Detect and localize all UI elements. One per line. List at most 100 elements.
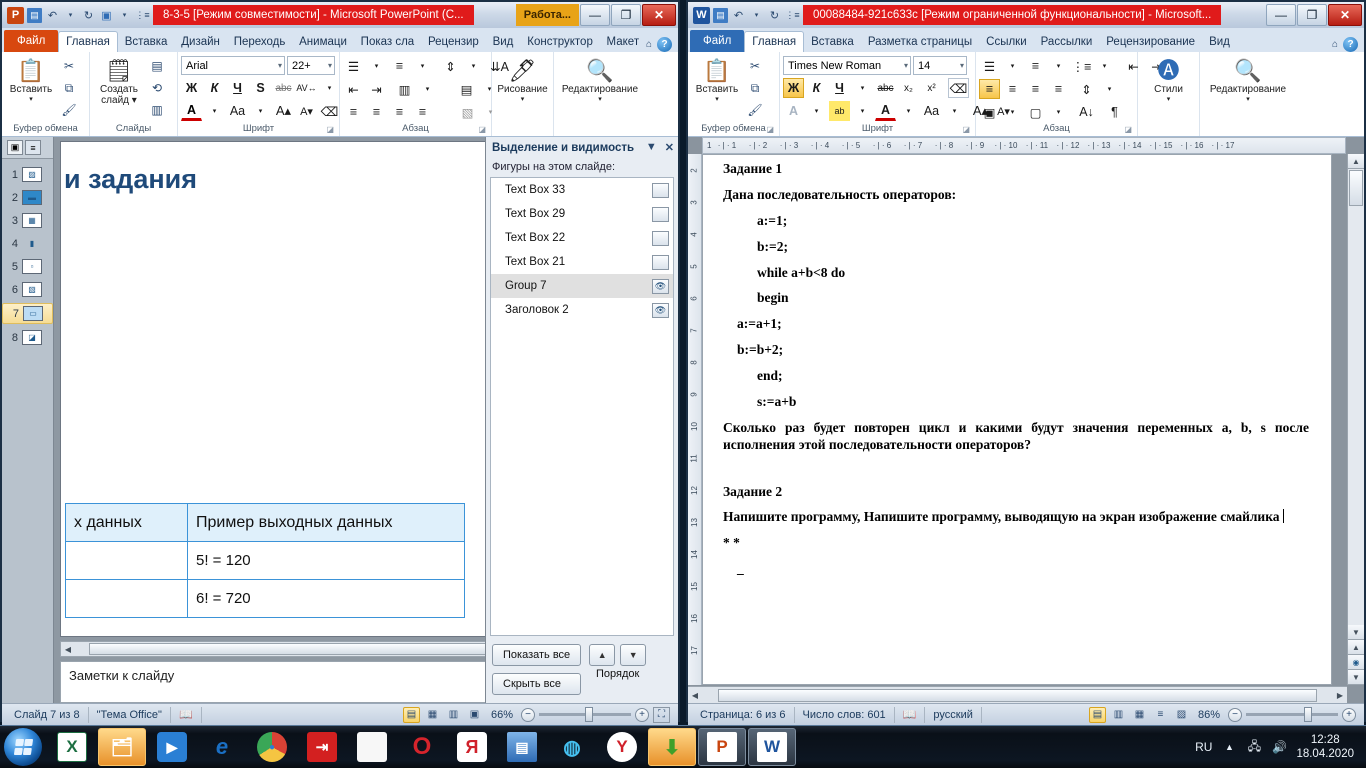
visibility-toggle[interactable]: 👁: [652, 278, 669, 294]
word-app-icon[interactable]: W: [693, 6, 710, 24]
zoom-slider-handle[interactable]: [585, 707, 593, 722]
tab-slideshow[interactable]: Показ сла: [354, 32, 421, 52]
copy-icon[interactable]: ⧉: [745, 78, 765, 98]
change-case-button[interactable]: Aa: [921, 101, 942, 121]
table-cell[interactable]: 5! = 120: [187, 541, 465, 580]
presentation-icon[interactable]: ▣: [99, 8, 114, 23]
text-effect-button[interactable]: A: [783, 101, 804, 121]
redo-icon[interactable]: ↻: [767, 8, 782, 23]
text-effect-dropdown-icon[interactable]: ▾: [806, 101, 827, 121]
tab-view[interactable]: Вид: [486, 32, 521, 52]
vertical-ruler[interactable]: 2 3 4 5 6 7 8 9 10 11 12 13 14 15 16 17: [688, 154, 702, 685]
page-indicator[interactable]: Страница: 6 из 6: [692, 706, 795, 723]
redo-icon[interactable]: ↻: [81, 8, 96, 23]
document-horizontal-scrollbar[interactable]: ◀ ▶: [688, 686, 1347, 703]
clock[interactable]: 12:28 18.04.2020: [1296, 733, 1354, 761]
justify-icon[interactable]: ≡: [1048, 79, 1069, 99]
change-case-dropdown-icon[interactable]: ▾: [944, 101, 965, 121]
slide-counter[interactable]: Слайд 7 из 8: [6, 706, 89, 723]
subscript-button[interactable]: x₂: [898, 78, 919, 98]
text-shadow-button[interactable]: S: [250, 78, 271, 98]
font-name-combo[interactable]: Times New Roman ▾: [783, 56, 911, 75]
font-color-dropdown-icon[interactable]: ▾: [204, 101, 225, 121]
numbered-list-icon[interactable]: ≡: [389, 56, 410, 76]
paste-dropdown-icon[interactable]: ▾: [29, 95, 33, 103]
tab-page-layout[interactable]: Разметка страницы: [861, 32, 979, 52]
table-header-cell[interactable]: Пример выходных данных: [187, 503, 465, 542]
font-dialog-launcher[interactable]: ◪: [326, 125, 334, 134]
highlight-button[interactable]: ab: [829, 101, 850, 121]
taskbar-item-explorer[interactable]: 🗂: [98, 728, 146, 766]
minimize-button[interactable]: —: [580, 4, 610, 26]
scroll-left-icon[interactable]: ◀: [688, 691, 702, 700]
vscroll-thumb[interactable]: [1349, 170, 1363, 206]
help-icon[interactable]: ?: [1343, 37, 1358, 52]
document-paragraph[interactable]: Задание 1: [723, 161, 1309, 178]
taskbar-item-opera[interactable]: O: [398, 728, 446, 766]
slide-thumb-3[interactable]: 3 ▦: [2, 211, 53, 230]
strikethrough-button[interactable]: abc: [273, 78, 294, 98]
clipboard-dialog-launcher[interactable]: ◪: [766, 125, 774, 134]
fullscreen-reading-icon[interactable]: ▥: [1110, 707, 1127, 723]
tab-home[interactable]: Главная: [744, 31, 805, 52]
language-indicator[interactable]: RU: [1195, 740, 1212, 754]
zoom-in-button[interactable]: +: [635, 707, 649, 722]
slide-thumb-7[interactable]: 7 ▭: [2, 303, 53, 324]
underline-button[interactable]: Ч: [227, 78, 248, 98]
pilcrow-icon[interactable]: ¶: [1104, 102, 1125, 122]
document-paragraph[interactable]: Напишите программу, Напишите программу, …: [723, 509, 1309, 526]
cut-icon[interactable]: ✂: [59, 56, 79, 76]
layout-icon[interactable]: ▤: [147, 56, 167, 76]
bullets-dropdown-icon[interactable]: ▾: [366, 56, 387, 76]
contextual-tab-label[interactable]: Работа...: [515, 4, 579, 26]
taskbar-item-downloader[interactable]: ⬇: [648, 728, 696, 766]
zoom-in-button[interactable]: +: [1342, 707, 1356, 722]
visibility-toggle[interactable]: [652, 182, 669, 198]
change-case-dropdown-icon[interactable]: ▾: [250, 101, 271, 121]
taskbar-item-chrome[interactable]: ●: [248, 728, 296, 766]
paragraph-dialog-launcher[interactable]: ◪: [478, 125, 486, 134]
font-color-dropdown-icon[interactable]: ▾: [898, 101, 919, 121]
slide-thumb-6[interactable]: 6 ▧: [2, 280, 53, 299]
table-cell[interactable]: 6! = 720: [187, 579, 465, 618]
zoom-out-button[interactable]: −: [1228, 707, 1242, 722]
tab-transitions[interactable]: Переходь: [227, 32, 292, 52]
tab-animations[interactable]: Анимаци: [292, 32, 354, 52]
format-painter-icon[interactable]: 🖌: [59, 100, 79, 120]
list-item[interactable]: Text Box 29: [491, 202, 673, 226]
character-spacing-button[interactable]: AV↔: [296, 78, 317, 98]
superscript-button[interactable]: x²: [921, 78, 942, 98]
bullet-list-icon[interactable]: ☰: [979, 56, 1000, 76]
columns-dropdown-icon[interactable]: ▾: [417, 79, 438, 99]
visibility-toggle[interactable]: 👁: [652, 302, 669, 318]
taskbar-item-word[interactable]: W: [748, 728, 796, 766]
zoom-level[interactable]: 66%: [487, 709, 517, 721]
draft-icon[interactable]: ▨: [1173, 707, 1190, 723]
taskbar-item-document[interactable]: [348, 728, 396, 766]
list-item[interactable]: Group 7 👁: [491, 274, 673, 298]
taskbar-item-powerpoint[interactable]: P: [698, 728, 746, 766]
underline-button[interactable]: Ч: [829, 78, 850, 98]
sort-icon[interactable]: A↓: [1076, 102, 1097, 122]
taskbar-item-excel[interactable]: X: [48, 728, 96, 766]
tab-view[interactable]: Вид: [1202, 32, 1237, 52]
paste-button[interactable]: 📋 Вставить ▾: [691, 56, 743, 103]
arrow-down-icon[interactable]: ▼: [620, 644, 647, 666]
taskbar-item-media-player[interactable]: ▶: [148, 728, 196, 766]
styles-button[interactable]: 🅐 Стили ▾: [1141, 56, 1196, 103]
tab-home[interactable]: Главная: [58, 31, 118, 52]
maximize-button[interactable]: ❐: [1297, 4, 1327, 26]
change-case-button[interactable]: Aa: [227, 101, 248, 121]
chevron-down-icon[interactable]: ▼: [646, 141, 657, 154]
outline-icon[interactable]: ≡: [1152, 707, 1169, 723]
slide-thumb-5[interactable]: 5 ▫: [2, 257, 53, 276]
font-size-combo[interactable]: 22+ ▾: [287, 56, 335, 75]
format-painter-icon[interactable]: 🖌: [745, 100, 765, 120]
justify-icon[interactable]: ≡: [412, 102, 433, 122]
web-layout-icon[interactable]: ▦: [1131, 707, 1148, 723]
document-paragraph-empty[interactable]: [723, 463, 1309, 475]
arrow-up-icon[interactable]: ▲: [589, 644, 616, 666]
align-right-icon[interactable]: ≡: [389, 102, 410, 122]
font-color-button[interactable]: A: [181, 101, 202, 121]
save-icon[interactable]: ▤: [27, 7, 42, 23]
